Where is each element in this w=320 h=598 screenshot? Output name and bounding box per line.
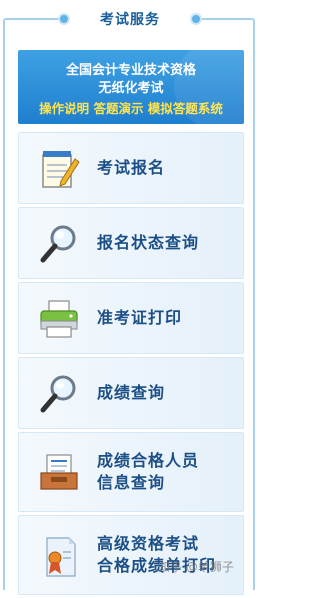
- service-menu: 考试报名 报名状态查询 准考证打印 成绩查询 成绩合格人员 信息查询 高级资格考…: [18, 132, 244, 598]
- header-right-dot-icon: [192, 15, 200, 23]
- menu-item-registration-status[interactable]: 报名状态查询: [18, 207, 244, 279]
- menu-item-label: 成绩查询: [97, 383, 166, 402]
- panel-title: 考试服务: [100, 12, 160, 28]
- banner-title-line1: 全国会计专业技术资格: [65, 63, 196, 78]
- label-line1: 成绩合格人员: [97, 451, 200, 470]
- menu-item-score-query[interactable]: 成绩查询: [18, 357, 244, 429]
- watermark: 知乎 @单狮子: [158, 560, 234, 574]
- menu-item-label: 准考证打印: [97, 308, 183, 327]
- magnifier-icon: [40, 225, 76, 263]
- menu-item-exam-registration[interactable]: 考试报名: [18, 132, 244, 204]
- menu-item-label: 高级资格考试 合格成绩单打印: [97, 516, 216, 594]
- panel-header: 考试服务: [60, 6, 200, 32]
- banner-title-line2: 无纸化考试: [98, 81, 164, 96]
- certificate-icon: [46, 537, 76, 577]
- menu-item-label: 报名状态查询: [97, 233, 200, 252]
- menu-item-senior-score-report-print[interactable]: 高级资格考试 合格成绩单打印: [18, 515, 244, 595]
- paperless-exam-banner[interactable]: 全国会计专业技术资格 无纸化考试 操作说明 答题演示 模拟答题系统: [18, 50, 244, 124]
- label-line2: 信息查询: [97, 473, 166, 492]
- menu-item-label: 成绩合格人员 信息查询: [97, 433, 199, 511]
- menu-item-label: 考试报名: [97, 158, 166, 177]
- document-tray-icon: [40, 454, 78, 490]
- menu-item-admission-ticket-print[interactable]: 准考证打印: [18, 282, 244, 354]
- printer-icon: [40, 300, 78, 338]
- magnifier-icon: [40, 375, 76, 413]
- banner-links[interactable]: 操作说明 答题演示 模拟答题系统: [18, 98, 244, 117]
- menu-item-qualified-personnel-query[interactable]: 成绩合格人员 信息查询: [18, 432, 244, 512]
- header-left-dot-icon: [60, 15, 68, 23]
- notepad-pencil-icon: [42, 151, 80, 188]
- label-line1: 高级资格考试: [97, 534, 200, 553]
